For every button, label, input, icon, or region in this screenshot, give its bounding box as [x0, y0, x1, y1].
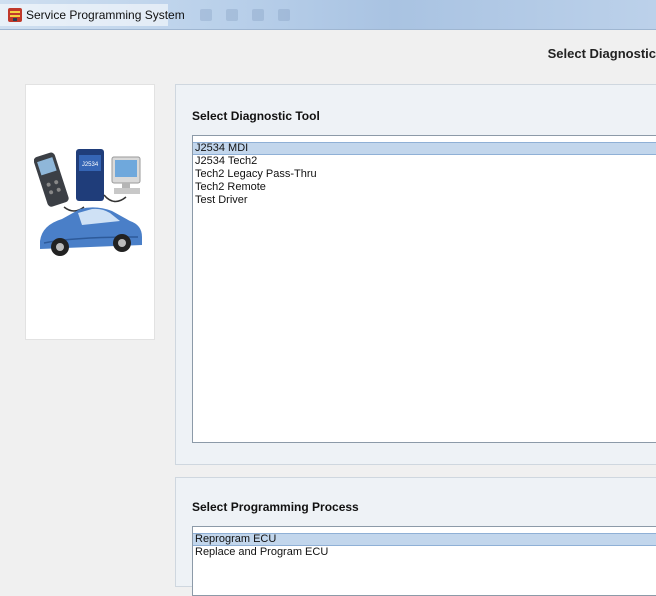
- diagnostic-tools-car-illustration: J2534: [34, 149, 142, 256]
- list-item-j2534-mdi[interactable]: J2534 MDI: [193, 142, 656, 155]
- list-item-j2534-tech2[interactable]: J2534 Tech2: [193, 155, 656, 168]
- window-title: Service Programming System: [26, 8, 185, 22]
- device-label: J2534: [82, 162, 99, 168]
- page-heading: Select Diagnostic: [547, 46, 656, 61]
- list-item-tech2-remote[interactable]: Tech2 Remote: [193, 181, 656, 194]
- diagnostic-tool-listbox[interactable]: J2534 MDI J2534 Tech2 Tech2 Legacy Pass-…: [192, 135, 656, 443]
- programming-process-group-title: Select Programming Process: [192, 500, 359, 514]
- list-item-tech2-legacy-pass-thru[interactable]: Tech2 Legacy Pass-Thru: [193, 168, 656, 181]
- window-titlebar[interactable]: Service Programming System: [0, 0, 656, 30]
- diagnostic-tool-group: Select Diagnostic Tool J2534 MDI J2534 T…: [175, 84, 656, 465]
- programming-process-group: Select Programming Process Reprogram ECU…: [175, 477, 656, 596]
- diagnostic-tool-group-title: Select Diagnostic Tool: [192, 109, 320, 123]
- diagnostic-tools-image-panel: J2534: [25, 84, 155, 340]
- list-item-reprogram-ecu[interactable]: Reprogram ECU: [193, 533, 656, 546]
- programming-process-listbox[interactable]: Reprogram ECU Replace and Program ECU: [192, 526, 656, 596]
- list-item-replace-and-program-ecu[interactable]: Replace and Program ECU: [193, 546, 656, 559]
- titlebar-decoration: [200, 8, 320, 22]
- app-icon: [8, 8, 22, 22]
- list-item-test-driver[interactable]: Test Driver: [193, 194, 656, 207]
